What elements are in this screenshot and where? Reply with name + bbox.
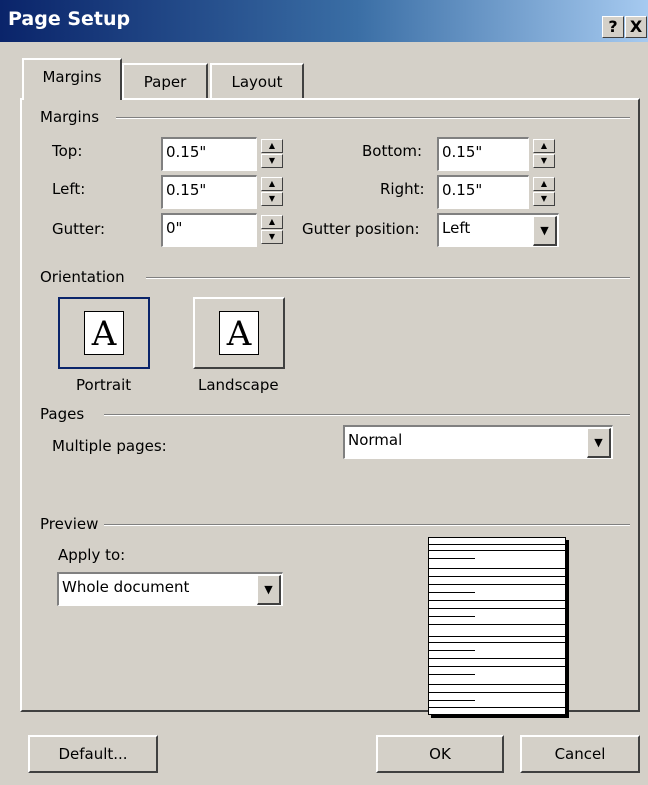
preview-line [429,550,565,551]
spin-up-icon[interactable]: ▲ [261,215,283,229]
gutter-label: Gutter: [52,220,106,238]
orientation-group-divider [146,277,630,279]
portrait-page-icon: A [84,311,124,355]
tab-layout[interactable]: Layout [210,63,304,99]
preview-line [429,600,565,601]
preview-line [429,650,475,651]
portrait-label: Portrait [76,376,132,394]
spin-down-icon[interactable]: ▼ [261,154,283,168]
preview-line [429,576,565,577]
preview-line [429,558,475,559]
right-margin-spinner[interactable]: ▲ ▼ [531,175,557,209]
preview-line [429,658,565,659]
margins-group-label: Margins [40,108,106,126]
title-bar: Page Setup ? X [0,0,648,42]
window-title: Page Setup [8,8,131,30]
preview-line [429,642,565,643]
default-button[interactable]: Default... [28,735,158,773]
preview-line [429,568,565,569]
spin-down-icon[interactable]: ▼ [533,154,555,168]
portrait-option[interactable]: A [58,297,150,369]
chevron-down-icon[interactable]: ▼ [587,428,611,458]
pages-group-divider [104,414,630,416]
top-margin-label: Top: [52,142,83,160]
spin-down-icon[interactable]: ▼ [533,192,555,206]
preview-line [429,608,565,609]
gutter-input[interactable]: 0" [161,213,257,247]
chevron-down-icon[interactable]: ▼ [533,216,557,246]
multiple-pages-dropdown[interactable]: Normal ▼ [343,425,613,459]
landscape-option[interactable]: A [193,297,285,369]
left-margin-input[interactable]: 0.15" [161,175,257,209]
multiple-pages-value: Normal [348,431,403,449]
page-preview [428,537,566,715]
preview-line [429,700,475,701]
bottom-margin-input[interactable]: 0.15" [437,137,529,171]
gutter-spinner[interactable]: ▲ ▼ [259,213,285,247]
bottom-margin-spinner[interactable]: ▲ ▼ [531,137,557,171]
preview-group-label: Preview [40,515,105,533]
ok-button[interactable]: OK [376,735,504,773]
preview-line [429,584,565,585]
preview-group-divider [104,524,630,526]
gutter-position-label: Gutter position: [302,220,420,238]
help-button[interactable]: ? [602,16,624,38]
right-margin-input[interactable]: 0.15" [437,175,529,209]
cancel-button[interactable]: Cancel [520,735,640,773]
margins-group-divider [116,117,630,119]
preview-line [429,636,565,637]
spin-down-icon[interactable]: ▼ [261,230,283,244]
spin-up-icon[interactable]: ▲ [261,177,283,191]
apply-to-label: Apply to: [58,546,126,564]
preview-line [429,674,475,675]
bottom-margin-value: 0.15" [442,143,483,161]
preview-line [429,707,565,708]
preview-line [429,544,565,545]
close-button[interactable]: X [625,16,647,38]
preview-line [429,666,565,667]
chevron-down-icon[interactable]: ▼ [257,575,281,605]
bottom-margin-label: Bottom: [362,142,423,160]
top-margin-input[interactable]: 0.15" [161,137,257,171]
landscape-label: Landscape [198,376,279,394]
top-margin-value: 0.15" [166,143,207,161]
pages-group-label: Pages [40,405,91,423]
tab-margins[interactable]: Margins [22,58,122,100]
left-margin-label: Left: [52,180,86,198]
top-margin-spinner[interactable]: ▲ ▼ [259,137,285,171]
gutter-value: 0" [166,219,183,237]
spin-up-icon[interactable]: ▲ [533,177,555,191]
preview-line [429,684,565,685]
preview-line [429,616,475,617]
preview-line [429,592,475,593]
left-margin-value: 0.15" [166,181,207,199]
right-margin-value: 0.15" [442,181,483,199]
spin-up-icon[interactable]: ▲ [261,139,283,153]
preview-line [429,692,565,693]
right-margin-label: Right: [380,180,425,198]
apply-to-dropdown[interactable]: Whole document ▼ [57,572,283,606]
tab-paper[interactable]: Paper [122,63,208,99]
spin-down-icon[interactable]: ▼ [261,192,283,206]
landscape-page-icon: A [219,311,259,355]
left-margin-spinner[interactable]: ▲ ▼ [259,175,285,209]
multiple-pages-label: Multiple pages: [52,437,167,455]
spin-up-icon[interactable]: ▲ [533,139,555,153]
gutter-position-dropdown[interactable]: Left ▼ [437,213,559,247]
preview-line [429,624,565,625]
gutter-position-value: Left [442,219,471,237]
apply-to-value: Whole document [62,578,190,596]
orientation-group-label: Orientation [40,268,131,286]
